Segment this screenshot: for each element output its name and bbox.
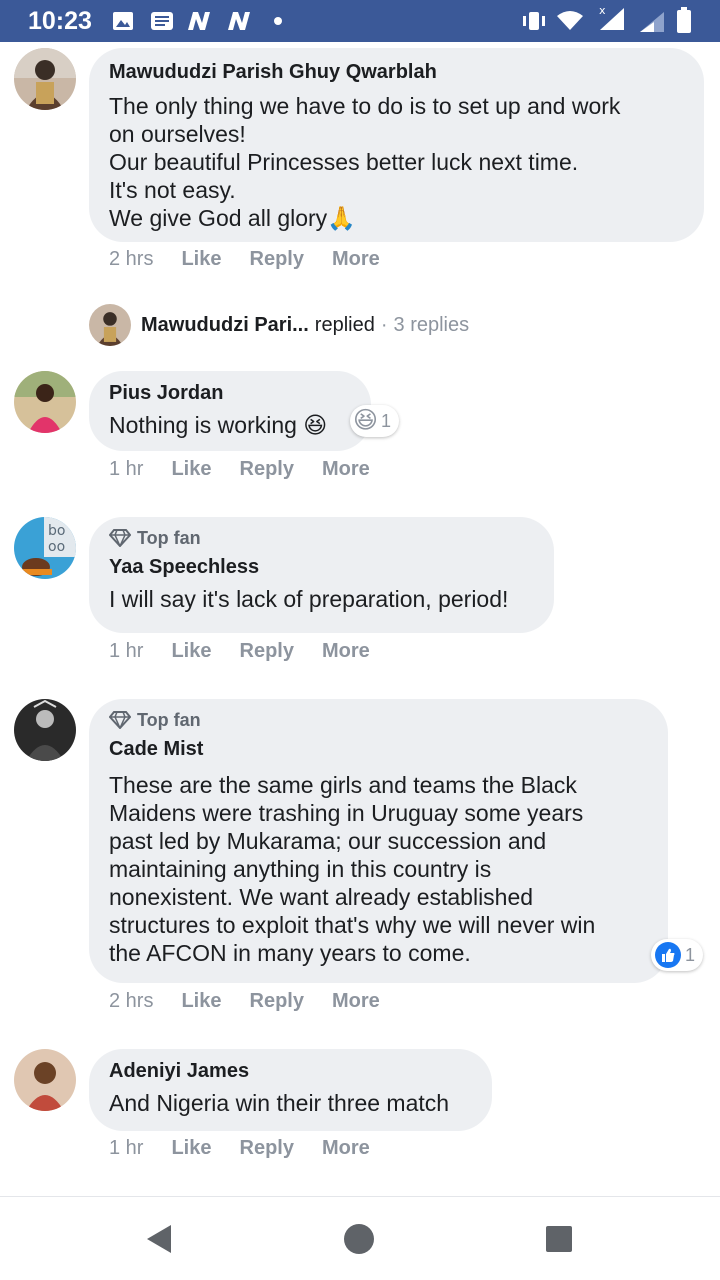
signal-icon: x [599, 4, 624, 30]
comment-bubble[interactable]: Adeniyi James And Nigeria win their thre… [89, 1049, 492, 1131]
comment-actions: 2 hrs Like Reply More [109, 248, 408, 271]
reply-count: 3 replies [393, 313, 470, 336]
svg-text:x: x [599, 4, 606, 17]
comment-bubble[interactable]: Pius Jordan Nothing is working 😆 [89, 371, 371, 451]
like-button[interactable]: Like [181, 248, 221, 271]
navigation-bar [0, 1196, 720, 1280]
comment-text: Nothing is working 😆 [109, 412, 328, 438]
reply-author: Mawududzi Pari... [141, 313, 309, 336]
avatar[interactable] [14, 699, 76, 761]
news-icon [151, 12, 173, 30]
comment-author[interactable]: Pius Jordan [109, 381, 351, 405]
status-time: 10:23 [28, 7, 92, 35]
comment-bubble[interactable]: Top fan Yaa Speechless I will say it's l… [89, 517, 554, 633]
signal-icon-2 [640, 12, 664, 32]
top-fan-badge: Top fan [109, 527, 534, 549]
app-n-icon-2 [228, 12, 250, 30]
more-button[interactable]: More [322, 458, 370, 481]
reply-button[interactable]: Reply [240, 458, 294, 481]
svg-text:bo: bo [48, 523, 65, 539]
comment-text: The only thing we have to do is to set u… [109, 93, 621, 231]
recents-icon[interactable] [545, 1225, 573, 1253]
vibrate-icon [523, 12, 545, 30]
diamond-icon [109, 529, 131, 547]
home-icon[interactable] [343, 1223, 375, 1255]
comment-author[interactable]: Yaa Speechless [109, 555, 534, 579]
like-button[interactable]: Like [171, 1137, 211, 1160]
reply-button[interactable]: Reply [240, 640, 294, 663]
back-icon[interactable] [145, 1223, 173, 1255]
battery-icon [677, 7, 691, 33]
reaction-count: 1 [685, 944, 696, 965]
more-button[interactable]: More [332, 990, 380, 1013]
like-button[interactable]: Like [181, 990, 221, 1013]
comment-actions: 1 hr Like Reply More [109, 640, 398, 663]
reply-avatar [89, 304, 131, 346]
top-fan-badge: Top fan [109, 709, 648, 731]
comment-time: 1 hr [109, 640, 144, 662]
more-button[interactable]: More [322, 640, 370, 663]
comment-bubble[interactable]: Top fan Cade Mist These are the same gir… [89, 699, 668, 983]
avatar[interactable]: bo oo [14, 517, 76, 579]
reply-button[interactable]: Reply [250, 248, 304, 271]
reply-button[interactable]: Reply [250, 990, 304, 1013]
status-bar: 10:23 x [0, 0, 720, 42]
gallery-icon [113, 12, 133, 30]
avatar[interactable] [14, 1049, 76, 1111]
comment-actions: 2 hrs Like Reply More [109, 990, 408, 1013]
wifi-icon [557, 11, 583, 30]
comment-author[interactable]: Mawududzi Parish Ghuy Qwarblah [109, 60, 684, 84]
diamond-icon [109, 711, 131, 729]
comment-text: I will say it's lack of preparation, per… [109, 586, 509, 612]
more-button[interactable]: More [332, 248, 380, 271]
reaction-badge[interactable]: 😆 1 [350, 405, 400, 437]
reaction-count: 1 [381, 410, 392, 431]
notification-dot-icon [274, 17, 282, 25]
svg-text:oo: oo [48, 539, 65, 555]
like-button[interactable]: Like [171, 458, 211, 481]
comment-time: 1 hr [109, 458, 144, 480]
comment-actions: 1 hr Like Reply More [109, 458, 398, 481]
replies-summary[interactable]: Mawududzi Pari... replied · 3 replies [89, 304, 469, 346]
comment-actions: 1 hr Like Reply More [109, 1137, 398, 1160]
comment-text: And Nigeria win their three match [109, 1090, 450, 1116]
avatar[interactable] [14, 371, 76, 433]
comment-time: 1 hr [109, 1137, 144, 1159]
like-button[interactable]: Like [171, 640, 211, 663]
haha-reaction-icon: 😆 [353, 407, 379, 434]
reply-verb: replied [314, 313, 375, 336]
reply-button[interactable]: Reply [240, 1137, 294, 1160]
comment-author[interactable]: Adeniyi James [109, 1059, 472, 1083]
comment-time: 2 hrs [109, 248, 154, 270]
comments-list[interactable]: Mawududzi Parish Ghuy Qwarblah The only … [0, 42, 720, 1196]
reaction-badge[interactable]: 1 [651, 939, 704, 971]
comment-time: 2 hrs [109, 990, 154, 1012]
avatar[interactable] [14, 48, 76, 110]
comment-bubble[interactable]: Mawududzi Parish Ghuy Qwarblah The only … [89, 48, 704, 242]
reply-separator: · [380, 313, 388, 336]
comment-author[interactable]: Cade Mist [109, 737, 648, 761]
more-button[interactable]: More [322, 1137, 370, 1160]
app-n-icon [188, 12, 210, 30]
like-reaction-icon [655, 942, 681, 968]
comment-text: These are the same girls and teams the B… [109, 772, 596, 966]
